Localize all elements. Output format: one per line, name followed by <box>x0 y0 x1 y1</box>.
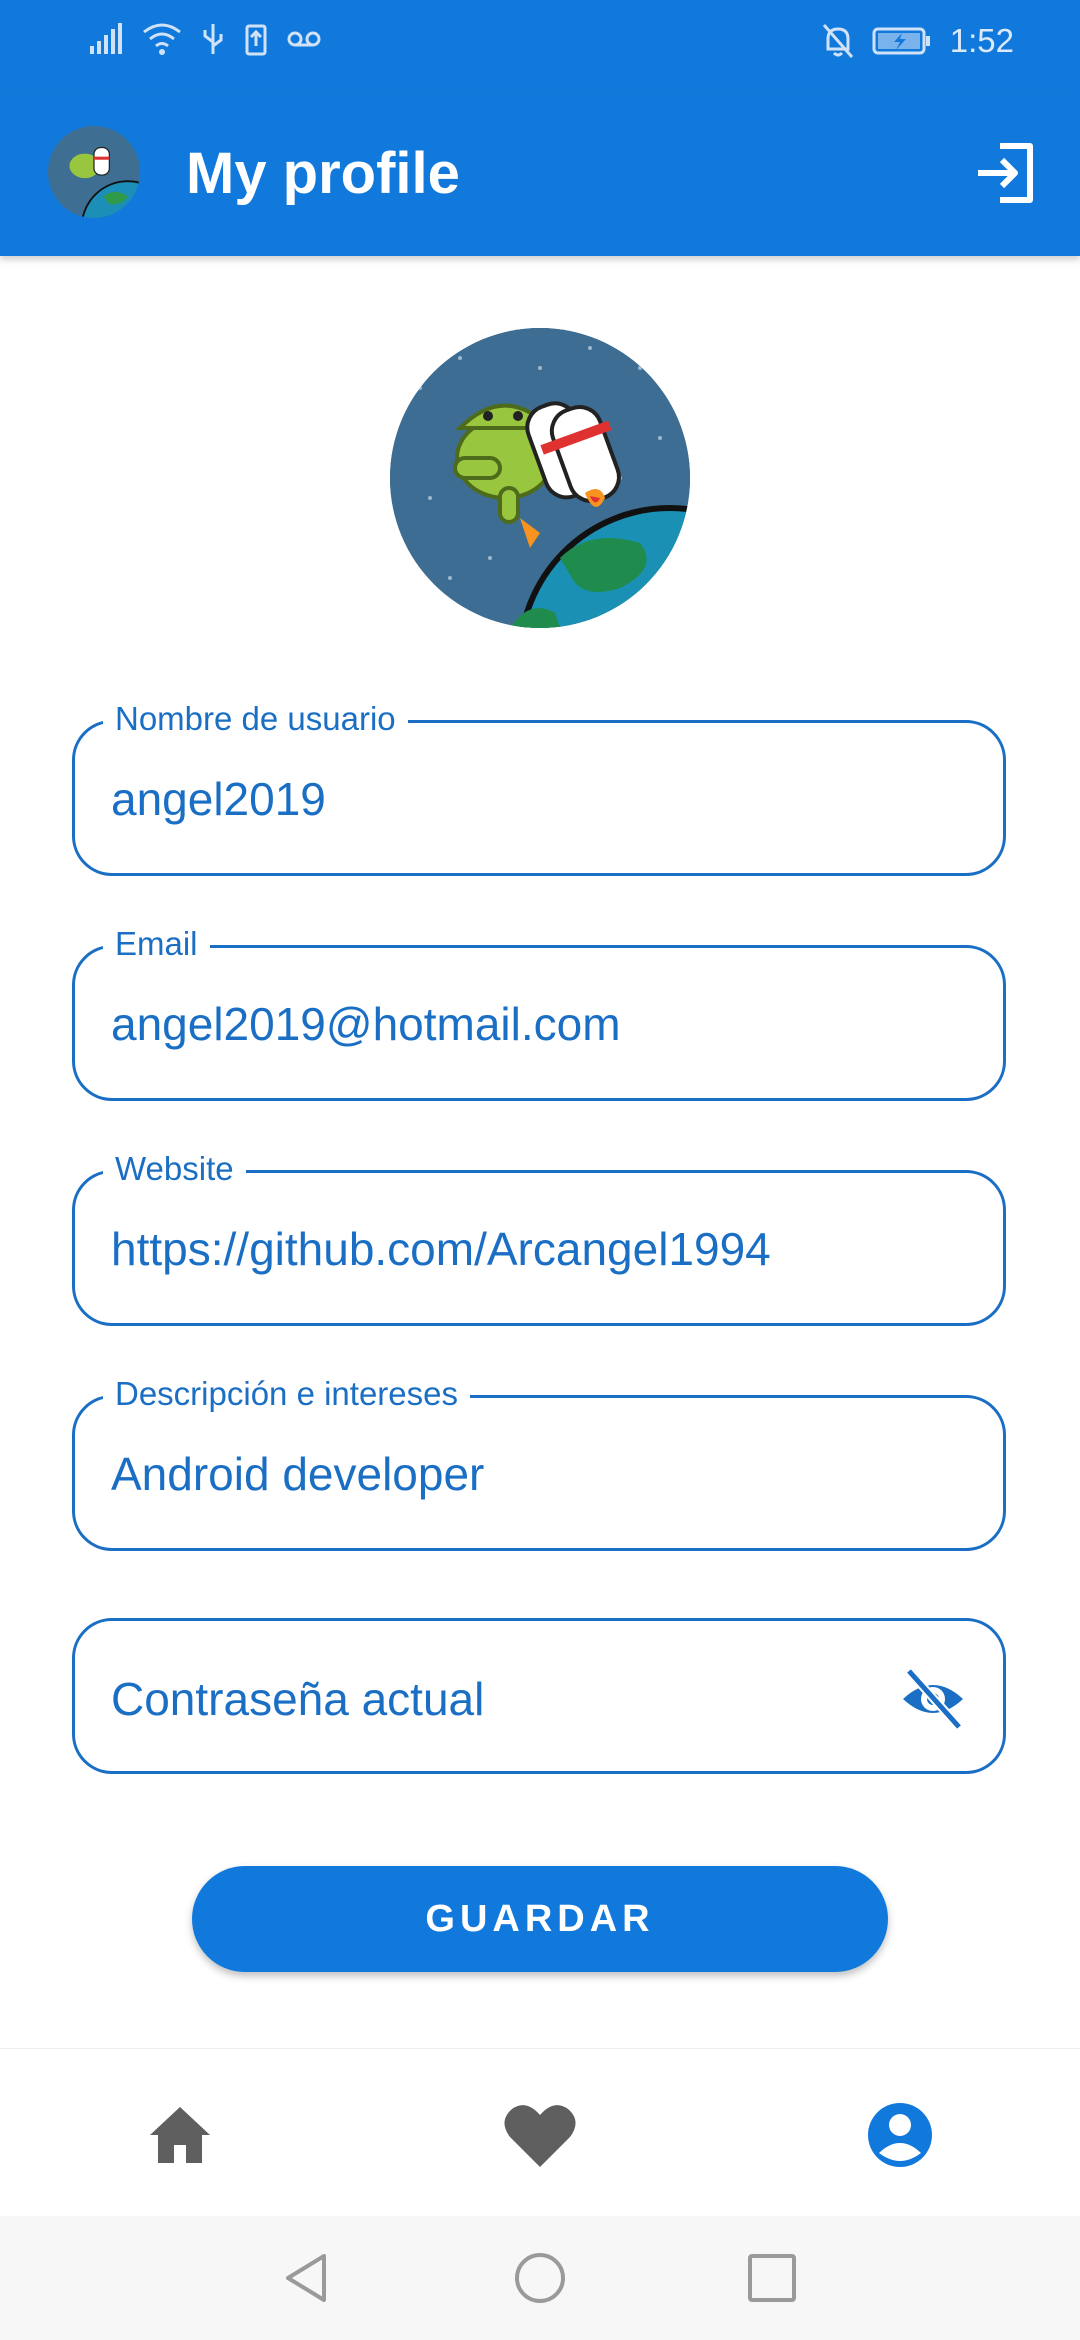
website-label: Website <box>103 1147 246 1191</box>
current-password-placeholder: Contraseña actual <box>111 1673 485 1725</box>
nav-item-favorites[interactable] <box>502 2099 576 2171</box>
password-visibility-toggle[interactable] <box>899 1665 967 1733</box>
email-field[interactable]: Email angel2019@hotmail.com <box>72 922 1006 1101</box>
system-recents-button[interactable] <box>744 2250 800 2306</box>
status-left-icons <box>88 22 322 56</box>
logout-icon <box>978 143 1033 203</box>
home-icon <box>150 2107 210 2163</box>
signal-icon <box>90 23 122 54</box>
website-field[interactable]: Website https://github.com/Arcangel1994 <box>72 1147 1006 1326</box>
username-value: angel2019 <box>111 773 326 825</box>
usb-icon <box>203 24 223 54</box>
page-title: My profile <box>186 141 460 206</box>
system-navigation-bar <box>0 2216 1080 2340</box>
android-astronaut-avatar <box>48 126 140 218</box>
email-value: angel2019@hotmail.com <box>111 998 621 1050</box>
recents-square-icon <box>748 2254 796 2302</box>
android-astronaut-image <box>390 328 690 628</box>
status-time: 1:52 <box>949 22 1014 59</box>
description-value: Android developer <box>111 1448 485 1500</box>
wifi-icon <box>143 23 181 55</box>
battery-saver-icon <box>245 24 267 56</box>
email-label: Email <box>103 922 210 966</box>
website-value: https://github.com/Arcangel1994 <box>111 1223 771 1275</box>
profile-avatar[interactable] <box>390 328 690 628</box>
back-triangle-icon <box>286 2254 326 2302</box>
notifications-off-icon <box>822 24 853 58</box>
voicemail-icon <box>287 31 321 47</box>
appbar-avatar[interactable] <box>48 126 140 218</box>
current-password-field[interactable]: Contraseña actual <box>72 1618 1006 1774</box>
heart-icon <box>504 2105 576 2167</box>
username-field[interactable]: Nombre de usuario angel2019 <box>72 697 1006 876</box>
bottom-navigation <box>0 2048 1080 2217</box>
nav-item-profile[interactable] <box>864 2099 936 2171</box>
logout-button[interactable] <box>970 138 1040 208</box>
username-label: Nombre de usuario <box>103 697 408 741</box>
app-bar: My profile <box>0 90 1080 256</box>
visibility-off-icon <box>903 1668 963 1730</box>
battery-charging-icon <box>872 27 930 55</box>
account-icon <box>868 2103 932 2167</box>
save-button[interactable]: GUARDAR <box>192 1866 888 1972</box>
nav-item-home[interactable] <box>144 2099 216 2171</box>
system-back-button[interactable] <box>280 2250 336 2306</box>
home-circle-icon <box>515 2253 565 2303</box>
status-right-icons: 1:52 <box>822 22 1014 60</box>
system-home-button[interactable] <box>512 2250 568 2306</box>
description-label: Descripción e intereses <box>103 1372 470 1416</box>
description-field[interactable]: Descripción e intereses Android develope… <box>72 1372 1006 1551</box>
status-bar: 1:52 <box>0 0 1080 90</box>
